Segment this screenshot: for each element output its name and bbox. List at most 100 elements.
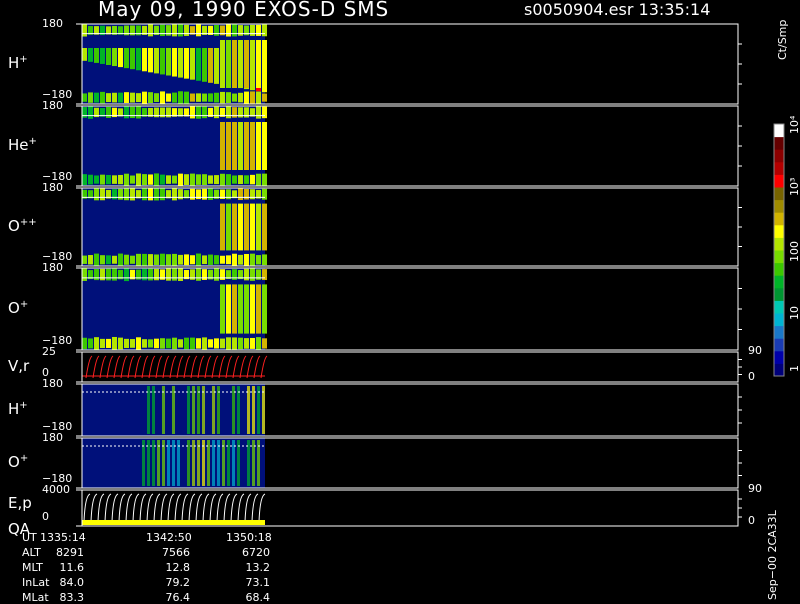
spectrogram-cell [202,440,205,486]
spectrogram-cell [244,203,249,251]
spectrogram-cell [160,48,165,75]
spectrogram-cell [124,254,129,265]
spectrogram-cell [232,122,237,170]
spectrogram-cell [94,269,99,281]
colorbar-segment [774,199,784,213]
colorbar-segment [774,287,784,301]
spectrogram-cell [208,93,213,102]
spectrogram-cell [256,284,261,334]
spectrogram-cell [154,188,159,201]
panel-label-superscript: + [19,299,29,310]
spectrogram-cell [166,268,171,281]
spectrogram-cell [106,93,111,103]
spectrogram-cell [247,386,250,434]
spectrogram-cell [212,440,215,486]
y-tick-label: 180 [42,261,63,274]
spectrogram-cell [190,48,195,80]
spectrogram-cell [238,203,243,251]
spectrogram-cell [256,173,261,186]
spectrogram-cell [130,188,135,201]
panel-label: V,r [8,357,29,375]
footer-value: 6720 [242,546,270,559]
footer-value: 13.2 [245,561,271,574]
spectrogram-cell [88,255,93,265]
colorbar-segment [774,313,784,327]
panel-label: H+ [8,54,28,72]
panel-label-text: He [8,136,29,154]
spectrogram-cell [88,174,93,185]
spectrogram-cell [88,106,93,119]
spectrogram-cell [118,174,123,185]
spectrogram-cell [252,386,255,434]
spectrogram-cell [106,268,111,281]
spectrogram-cell [212,386,215,434]
spectrogram-cell [190,93,195,102]
spectrogram-cell [172,253,177,266]
spectrogram-cell [148,339,153,348]
spectrogram-cell [262,24,267,37]
panel-label-text: H [8,400,20,418]
spectrogram-cell [147,386,150,434]
panel-label-text: O [8,453,20,471]
spectrogram-cell [172,440,175,486]
spectrogram-cell [166,175,171,184]
spectrogram-cell [130,92,135,103]
spectrogram-cell [112,336,117,350]
spectrogram-cell [94,253,99,266]
spectrogram-cell [82,48,87,61]
spectrogram-cell [196,338,201,349]
spectrogram-cell [196,174,201,185]
spectrogram-cell [220,122,225,170]
spectrogram-cell [178,339,183,348]
spectrogram-cell [88,338,93,349]
spectrogram-cell [160,253,165,266]
spectrogram-cell [196,106,201,119]
spectrogram-cell [148,48,153,73]
spectrogram-cell [250,284,255,334]
panel-label-superscript: + [19,54,28,65]
colorbar-unit: Ct/Smp [776,19,789,60]
spectrogram-cell [184,24,189,36]
y-tick-label: 180 [42,181,63,194]
spectrogram-cell [100,255,105,265]
spectrogram-cell [130,339,135,348]
panel-label: H+ [8,400,28,418]
y-tick-label: 180 [42,99,63,112]
spectrogram-cell [190,255,195,265]
spectrogram-cell [238,175,243,185]
y-tick-label: 25 [42,345,56,358]
spectrogram-cell [202,386,205,434]
footer-row-label: UT [22,531,37,544]
spectrogram-cell [257,440,260,486]
spectrogram-cell [257,386,260,434]
y-tick-label: 180 [42,17,63,30]
spectrogram-cell [136,253,141,266]
spectrogram-cell [232,40,237,88]
colorbar-label: 10 [788,306,800,320]
spectrogram-cell [142,253,147,266]
spectrogram-cell [136,93,141,103]
spectrogram-cell [244,175,249,184]
spectrogram-cell [226,174,231,186]
spectrogram-cell [148,268,153,281]
spectrogram-cell [262,40,267,88]
spectrogram-cell [178,173,183,186]
panel-label-text: O [8,217,20,235]
spectrogram-cell [202,48,207,82]
spectrogram-cell [237,440,240,486]
spectrogram-cell [100,268,105,281]
spectrogram-cell [178,91,183,104]
spectrogram-cell [208,188,213,200]
colorbar-label: 10³ [788,177,800,196]
spectrogram-cell [112,268,117,281]
spectrogram-cell [184,254,189,266]
spectrogram-cell [256,24,261,36]
spectrogram-cell [136,48,141,71]
spectrogram-cell [256,337,261,350]
footer-value: 1335:14 [40,531,86,544]
y-tick-label: 180 [42,377,63,390]
spectrogram-cell [118,337,123,350]
spectrogram-cell [148,92,153,104]
footer-value: 1350:18 [226,531,272,544]
spectrogram-cell [154,254,159,266]
